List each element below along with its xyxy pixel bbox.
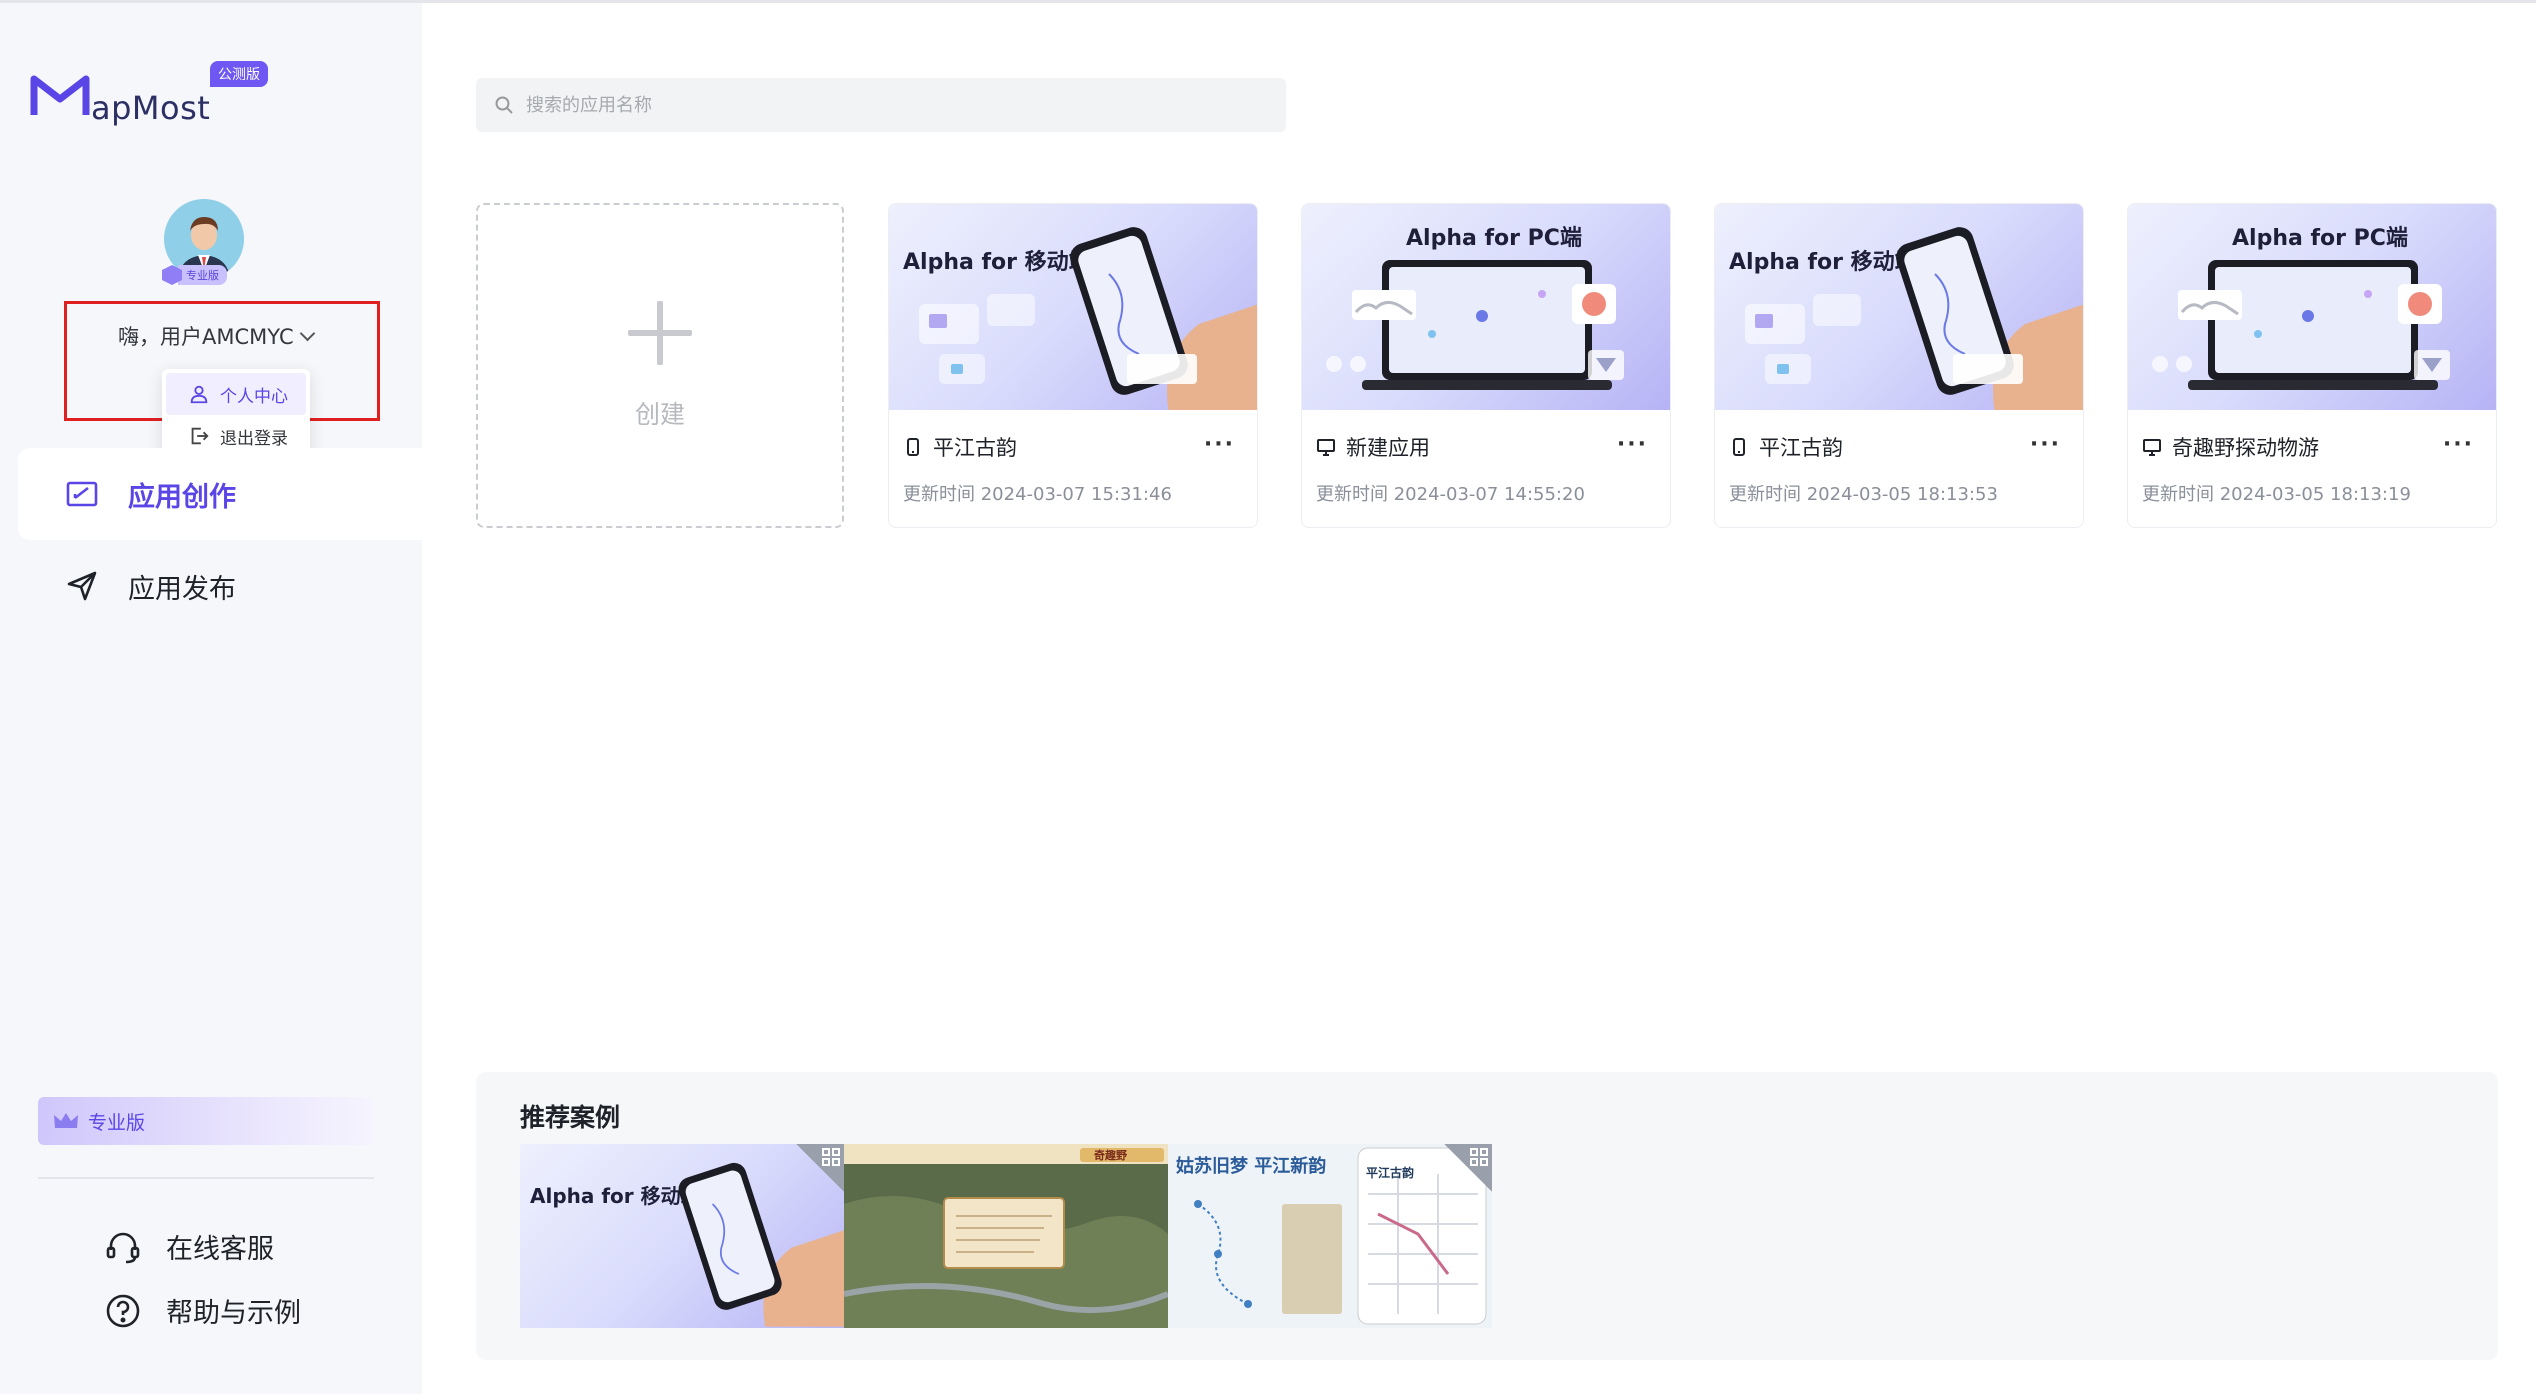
logo[interactable]: apMost 公测版 (30, 61, 268, 127)
more-options-icon[interactable]: ··· (2030, 432, 2061, 457)
case-title: 姑苏旧梦 平江新韵 (1176, 1156, 1327, 1177)
logo-text: apMost (91, 89, 211, 127)
qr-code-icon[interactable] (1444, 1144, 1492, 1192)
app-thumbnail: Alpha for 移动端 (889, 204, 1257, 410)
pro-banner[interactable]: 专业版 (38, 1097, 374, 1145)
case-card[interactable]: Alpha for 移动端 (520, 1144, 844, 1328)
greeting-label: 嗨，用户AMCMYC (118, 325, 294, 349)
search-icon (495, 96, 513, 114)
nav-item-create[interactable]: 应用创作 (18, 448, 422, 540)
desktop-icon (1317, 439, 1335, 456)
app-name: 奇趣野探动物游 (2172, 436, 2319, 460)
thumbnail-title: Alpha for PC端 (2232, 226, 2408, 251)
mobile-icon (907, 438, 919, 456)
app-name: 新建应用 (1346, 436, 1430, 460)
app-name: 平江古韵 (933, 436, 1017, 460)
park-map-illustration (844, 1144, 1168, 1328)
menu-item-profile-label: 个人中心 (220, 386, 288, 407)
more-options-icon[interactable]: ··· (1617, 432, 1648, 457)
online-support-link[interactable]: 在线客服 (104, 1227, 274, 1266)
recommended-title: 推荐案例 (520, 1103, 621, 1132)
floating-cards-illustration (919, 294, 1035, 384)
create-app-card[interactable]: 创建 (476, 203, 844, 528)
help-examples-link[interactable]: 帮助与示例 (104, 1291, 301, 1330)
user-icon (190, 385, 208, 404)
app-thumbnail: Alpha for PC端 (1302, 204, 1670, 410)
menu-item-logout-label: 退出登录 (220, 428, 288, 449)
search-bar (476, 78, 1286, 132)
more-options-icon[interactable]: ··· (2443, 432, 2474, 457)
app-updated-time: 更新时间 2024-03-07 14:55:20 (1316, 484, 1585, 505)
nav-item-publish-label: 应用发布 (128, 573, 236, 605)
qr-code-icon[interactable] (796, 1144, 844, 1192)
app-thumbnail: Alpha for 移动端 (1715, 204, 2083, 410)
nav-item-publish[interactable]: 应用发布 (18, 540, 422, 632)
plus-icon (628, 300, 692, 365)
pro-banner-label: 专业版 (88, 1111, 146, 1134)
phone-in-hand-illustration (1896, 227, 2083, 410)
app-card[interactable]: Alpha for 移动端 平江古韵 ··· 更新时间 2024-03-07 1… (888, 203, 1258, 528)
app-name: 平江古韵 (1759, 436, 1843, 460)
level-badge: 专业版 (162, 265, 242, 285)
chevron-down-icon (299, 325, 315, 341)
help-examples-label: 帮助与示例 (166, 1298, 301, 1329)
floating-cards-illustration (1745, 294, 1861, 384)
case-title: 奇趣野 (1094, 1149, 1127, 1162)
beta-badge: 公测版 (210, 61, 268, 87)
sidebar: apMost 公测版 专业版 嗨，用户AMCMYC 个人中心 退出登录 应用创作… (0, 3, 422, 1394)
case-subtitle: 平江古韵 (1366, 1166, 1415, 1180)
laptop-illustration (1326, 260, 1624, 390)
mobile-icon (1733, 438, 1745, 456)
recommended-cases: 推荐案例 Alpha for 移动端 奇趣野 姑苏旧梦 平江新韵 平江古韵 (476, 1072, 2498, 1360)
edit-board-icon (66, 481, 98, 507)
level-badge-label: 专业版 (178, 265, 227, 285)
desktop-icon (2143, 439, 2161, 456)
logout-icon (191, 427, 209, 445)
app-card[interactable]: Alpha for 移动端 平江古韵 ··· 更新时间 2024-03-05 1… (1714, 203, 2084, 528)
laptop-illustration (2152, 260, 2450, 390)
app-card[interactable]: Alpha for PC端 奇趣野探动物游 ··· 更新时间 2024-03-0… (2127, 203, 2497, 528)
sidebar-divider (38, 1177, 374, 1179)
create-label: 创建 (634, 399, 685, 429)
phone-in-hand-illustration (1070, 227, 1257, 410)
app-updated-time: 更新时间 2024-03-05 18:13:19 (2142, 484, 2411, 505)
help-icon (106, 1294, 140, 1327)
app-card[interactable]: Alpha for PC端 新建应用 ··· 更新时间 2024-03-07 1… (1301, 203, 1671, 528)
app-updated-time: 更新时间 2024-03-07 15:31:46 (903, 484, 1172, 505)
case-card[interactable]: 姑苏旧梦 平江新韵 平江古韵 (1168, 1144, 1492, 1328)
user-menu-trigger[interactable]: 嗨，用户AMCMYC (118, 321, 315, 351)
send-icon (67, 571, 97, 601)
app-updated-time: 更新时间 2024-03-05 18:13:53 (1729, 484, 1998, 505)
thumbnail-title: Alpha for PC端 (1406, 226, 1582, 251)
avatar[interactable]: 专业版 (162, 199, 248, 285)
more-options-icon[interactable]: ··· (1204, 432, 1235, 457)
search-input[interactable] (526, 94, 1226, 116)
menu-item-profile[interactable]: 个人中心 (166, 373, 306, 415)
logo-m-icon (30, 75, 90, 115)
app-thumbnail: Alpha for PC端 (2128, 204, 2496, 410)
headset-icon (106, 1232, 140, 1263)
online-support-label: 在线客服 (166, 1234, 274, 1265)
crown-icon (54, 1113, 78, 1128)
nav-item-create-label: 应用创作 (128, 481, 236, 513)
case-card[interactable]: 奇趣野 (844, 1144, 1168, 1328)
